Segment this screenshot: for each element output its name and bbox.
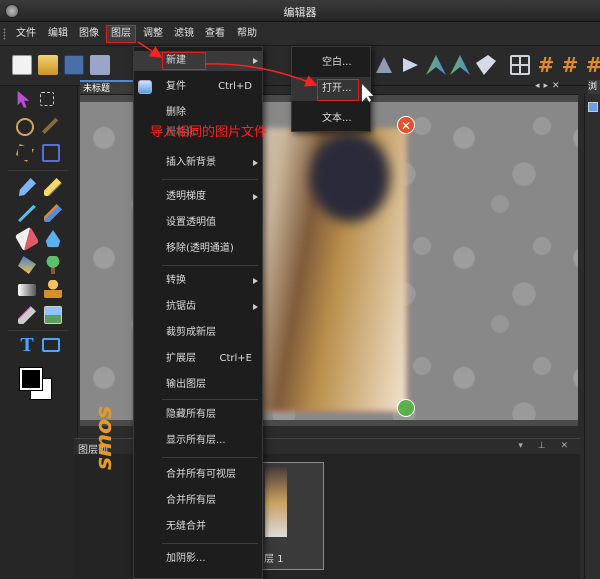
hash-grid-icon[interactable]: #	[536, 55, 556, 75]
brand-logo-text: smos	[92, 405, 117, 470]
menu-item-merge-visible[interactable]: 合并所有可视层	[134, 465, 262, 485]
open-folder-icon[interactable]	[38, 55, 58, 75]
foreground-color-swatch[interactable]	[19, 367, 43, 391]
document-nav-controls[interactable]: ◂▸✕	[535, 81, 564, 91]
effect-brush-icon[interactable]	[44, 256, 62, 274]
new-file-icon[interactable]	[12, 55, 32, 75]
menu-item-remove-alpha[interactable]: 移除(透明通道)	[134, 239, 262, 259]
toolbox-divider	[8, 330, 68, 331]
menu-divider	[162, 179, 258, 180]
menu-item-antialias[interactable]: 抗锯齿	[134, 297, 262, 317]
lasso-tool-icon[interactable]	[16, 118, 34, 136]
menu-item-expand-layer[interactable]: 扩展层 Ctrl+E	[134, 349, 262, 369]
clone-brush-icon[interactable]	[18, 306, 36, 324]
flip-vertical-icon[interactable]	[376, 57, 392, 73]
menu-adjust[interactable]: 调整	[139, 25, 167, 43]
new-submenu: 空白... 打开... 文本...	[291, 46, 371, 132]
move-handle-icon[interactable]	[397, 399, 415, 417]
polygon-lasso-icon[interactable]	[16, 144, 34, 162]
menu-item-show-all[interactable]: 显示所有层...	[134, 431, 262, 451]
menu-layer[interactable]: 图层	[106, 25, 136, 43]
image-tool-icon[interactable]	[44, 306, 62, 324]
duplicate-icon	[138, 80, 152, 94]
highlight-box	[317, 79, 359, 101]
submenu-item-blank[interactable]: 空白...	[292, 51, 370, 75]
move-tool-icon[interactable]	[17, 90, 30, 108]
paint-bucket-icon[interactable]	[18, 256, 36, 274]
text-tool-icon[interactable]: T	[18, 335, 36, 355]
hash-guides-icon[interactable]: #	[560, 55, 580, 75]
print-icon[interactable]	[90, 55, 110, 75]
menu-item-hide-all[interactable]: 隐藏所有层	[134, 405, 262, 425]
hash-snap-icon[interactable]: #	[584, 55, 600, 75]
eraser-icon[interactable]	[14, 226, 40, 252]
gradient-tool-icon[interactable]	[18, 284, 36, 296]
rotate-clockwise-icon[interactable]	[450, 55, 470, 75]
right-panel	[584, 94, 600, 579]
menu-item-seamless-merge[interactable]: 无缝合并	[134, 517, 262, 537]
menu-item-crop-new-layer[interactable]: 裁剪成新层	[134, 323, 262, 343]
menu-item-insert-background[interactable]: 插入新背景	[134, 153, 262, 173]
rotate-left-icon[interactable]	[426, 55, 446, 75]
menu-item-export-layer[interactable]: 输出图层	[134, 375, 262, 395]
submenu-arrow-icon	[253, 304, 258, 310]
submenu-arrow-icon	[253, 278, 258, 284]
menu-item-convert[interactable]: 转换	[134, 271, 262, 291]
menu-divider	[162, 399, 258, 400]
save-icon[interactable]	[64, 55, 84, 75]
menu-bar: 文件 编辑 图像 图层 调整 滤镜 查看 帮助	[0, 22, 600, 46]
window-title: 编辑器	[283, 6, 317, 19]
submenu-arrow-icon	[253, 160, 258, 166]
rotate-right-icon[interactable]	[403, 58, 418, 72]
menu-item-add-shadow[interactable]: 加阴影...	[134, 549, 262, 569]
layer-name: 层 1	[264, 554, 284, 565]
rectangle-tool-icon[interactable]	[42, 338, 60, 352]
menu-help[interactable]: 帮助	[233, 25, 261, 43]
marquee-tool-icon[interactable]	[40, 92, 54, 106]
menu-divider	[162, 543, 258, 544]
panel-controls[interactable]: ▾ ⊥ ✕	[518, 441, 574, 451]
menu-item-duplicate[interactable]: 复件 Ctrl+D	[134, 77, 262, 97]
document-tab[interactable]: 未标题	[80, 80, 140, 94]
magic-wand-icon[interactable]	[42, 117, 59, 134]
menu-filter[interactable]: 滤镜	[170, 25, 198, 43]
submenu-arrow-icon	[253, 194, 258, 200]
menu-item-set-opacity[interactable]: 设置透明值	[134, 213, 262, 233]
stamp-tool-icon[interactable]	[44, 280, 62, 298]
close-handle-icon[interactable]: ✕	[397, 116, 415, 134]
menu-item-new[interactable]: 新建	[134, 51, 262, 71]
navigator-icon[interactable]	[588, 102, 598, 112]
menu-item-merge-all[interactable]: 合并所有层	[134, 491, 262, 511]
menu-divider	[162, 457, 258, 458]
photo-subject	[310, 132, 390, 222]
submenu-item-text[interactable]: 文本...	[292, 107, 370, 131]
highlight-box	[162, 52, 206, 70]
annotation-text: 导入相同的图片文件	[150, 125, 268, 140]
grid-icon[interactable]	[510, 55, 530, 75]
menu-item-delete[interactable]: 删除	[134, 103, 262, 123]
menu-view[interactable]: 查看	[201, 25, 229, 43]
submenu-arrow-icon	[253, 58, 258, 64]
grip-icon	[3, 28, 6, 40]
menu-file[interactable]: 文件	[12, 25, 40, 43]
brush-icon[interactable]	[44, 204, 62, 222]
layer-thumbnail-image	[265, 467, 287, 537]
transform-icon[interactable]	[476, 55, 496, 75]
navigator-tab[interactable]: 浏	[588, 80, 600, 94]
color-picker-icon[interactable]	[18, 178, 36, 196]
title-bar: 编辑器	[0, 0, 600, 22]
menu-divider	[162, 265, 258, 266]
toolbox: T	[0, 86, 78, 579]
menu-item-alpha-gradient[interactable]: 透明梯度	[134, 187, 262, 207]
toolbox-divider	[8, 170, 68, 171]
menu-image[interactable]: 图像	[75, 25, 103, 43]
crop-tool-icon[interactable]	[42, 144, 60, 162]
line-tool-icon[interactable]	[18, 204, 36, 222]
pencil-icon[interactable]	[44, 178, 62, 196]
menu-edit[interactable]: 编辑	[44, 25, 72, 43]
submenu-item-open[interactable]: 打开...	[292, 77, 370, 101]
blur-drop-icon[interactable]	[45, 230, 61, 248]
